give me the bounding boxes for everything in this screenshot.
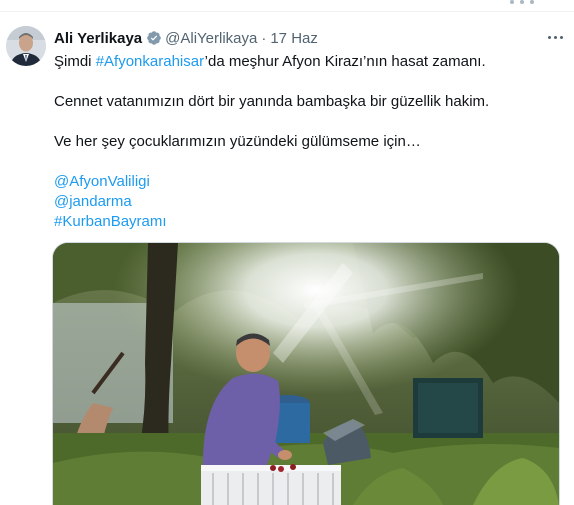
divider xyxy=(0,11,574,12)
text-line-3: Ve her şey çocuklarımızın yüzündeki gülü… xyxy=(54,133,421,150)
tweet[interactable]: Ali Yerlikaya @AliYerlikaya · 17 Haz Şim… xyxy=(0,18,574,505)
verified-badge-icon[interactable] xyxy=(146,30,162,46)
text-line-2: Cennet vatanımızın dört bir yanında bamb… xyxy=(54,93,490,110)
separator-dot: · xyxy=(261,29,267,47)
tweet-text: Şimdi #Afyonkarahisar’da meşhur Afyon Ki… xyxy=(54,52,554,232)
text-line-1: Şimdi #Afyonkarahisar’da meşhur Afyon Ki… xyxy=(54,52,554,72)
hashtag-kurbanbayrami[interactable]: #KurbanBayramı xyxy=(54,213,167,230)
tweet-header: Ali Yerlikaya @AliYerlikaya · 17 Haz xyxy=(54,28,318,48)
text-segment: ’da meşhur Afyon Kirazı’nın hasat zamanı… xyxy=(204,53,486,70)
mention-jandarma[interactable]: @jandarma xyxy=(54,193,132,210)
author-handle[interactable]: @AliYerlikaya xyxy=(165,30,257,47)
previous-tweet-edge xyxy=(0,0,574,12)
hashtag-afyonkarahisar[interactable]: #Afyonkarahisar xyxy=(96,53,205,70)
text-segment: Şimdi xyxy=(54,53,96,70)
tweet-video[interactable] xyxy=(52,242,560,505)
avatar[interactable] xyxy=(6,26,46,66)
tweet-date[interactable]: 17 Haz xyxy=(270,30,318,47)
previous-tweet-actions xyxy=(510,0,534,6)
author-name[interactable]: Ali Yerlikaya xyxy=(54,30,142,47)
mention-afyonvaliligi[interactable]: @AfyonValiligi xyxy=(54,173,150,190)
more-horizontal-icon[interactable] xyxy=(544,26,566,48)
